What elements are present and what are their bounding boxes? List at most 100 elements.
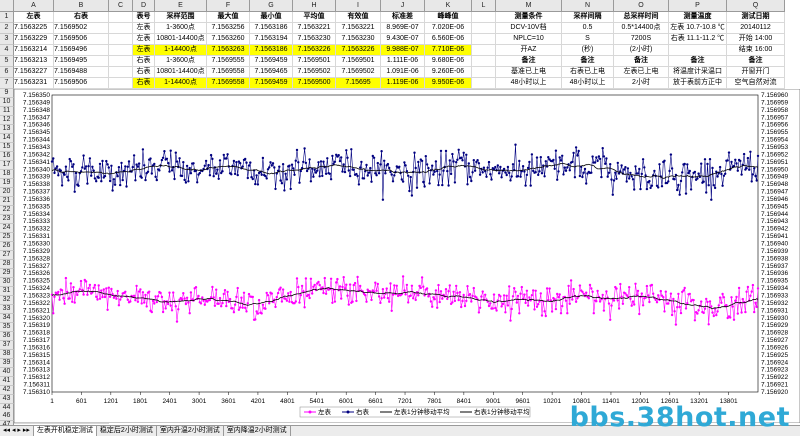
cell-k4[interactable]: 7.710E-06 bbox=[425, 45, 472, 56]
cell-e5[interactable]: 1-3600点 bbox=[155, 56, 207, 67]
cell-c5[interactable] bbox=[109, 56, 133, 67]
select-all-corner[interactable] bbox=[0, 0, 14, 12]
column-header-b[interactable]: B bbox=[54, 0, 109, 12]
row-header-17[interactable]: 17 bbox=[0, 161, 14, 170]
cell-n7[interactable]: 48小时以上 bbox=[562, 78, 614, 89]
cell-m5[interactable]: 备注 bbox=[496, 56, 562, 67]
cell-a5[interactable]: 7.1563213 bbox=[14, 56, 54, 67]
column-header-o[interactable]: O bbox=[614, 0, 669, 12]
row-header-6[interactable]: 6 bbox=[0, 67, 14, 78]
cell-k2[interactable]: 7.020E-06 bbox=[425, 23, 472, 34]
cell-g3[interactable]: 7.1563194 bbox=[250, 34, 293, 45]
column-header-a[interactable]: A bbox=[14, 0, 54, 12]
cell-n2[interactable]: 0.5 bbox=[562, 23, 614, 34]
cell-m4[interactable]: 开AZ bbox=[496, 45, 562, 56]
cell-f7[interactable]: 7.1569558 bbox=[207, 78, 250, 89]
cell-o2[interactable]: 0.5*14400点 bbox=[614, 23, 669, 34]
cell-j6[interactable]: 1.091E-06 bbox=[381, 67, 425, 78]
column-header-l[interactable]: L bbox=[472, 0, 496, 12]
cell-g1[interactable]: 最小值 bbox=[250, 12, 293, 23]
cell-h1[interactable]: 平均值 bbox=[293, 12, 336, 23]
cell-n5[interactable]: 备注 bbox=[562, 56, 614, 67]
cell-c1[interactable] bbox=[109, 12, 133, 23]
cell-e1[interactable]: 采样范围 bbox=[155, 12, 207, 23]
row-header-29[interactable]: 29 bbox=[0, 269, 14, 278]
column-header-k[interactable]: K bbox=[425, 0, 472, 12]
row-header-11[interactable]: 11 bbox=[0, 107, 14, 116]
cell-p7[interactable]: 放于表前方正中 bbox=[669, 78, 727, 89]
cell-c6[interactable] bbox=[109, 67, 133, 78]
cell-i2[interactable]: 7.1563221 bbox=[336, 23, 381, 34]
row-header-21[interactable]: 21 bbox=[0, 197, 14, 206]
row-header-15[interactable]: 15 bbox=[0, 143, 14, 152]
cell-f1[interactable]: 最大值 bbox=[207, 12, 250, 23]
column-header-f[interactable]: F bbox=[207, 0, 250, 12]
row-header-9[interactable]: 9 bbox=[0, 89, 14, 98]
row-header-22[interactable]: 22 bbox=[0, 206, 14, 215]
cell-b3[interactable]: 7.1569506 bbox=[54, 34, 109, 45]
cell-d4[interactable]: 左表 bbox=[133, 45, 155, 56]
cell-m3[interactable]: NPLC=10 bbox=[496, 34, 562, 45]
cell-o6[interactable]: 左表已上电 bbox=[614, 67, 669, 78]
row-header-1[interactable]: 1 bbox=[0, 12, 14, 23]
row-header-28[interactable]: 28 bbox=[0, 260, 14, 269]
row-header-39[interactable]: 39 bbox=[0, 359, 14, 368]
column-header-e[interactable]: E bbox=[155, 0, 207, 12]
cell-l7[interactable] bbox=[472, 78, 496, 89]
tab-nav-arrows[interactable]: ◂◂ ◂ ▸ ▸▸ bbox=[0, 426, 34, 436]
row-header-24[interactable]: 24 bbox=[0, 224, 14, 233]
row-header-41[interactable]: 41 bbox=[0, 377, 14, 386]
cell-d6[interactable]: 右表 bbox=[133, 67, 155, 78]
cell-q6[interactable]: 开窗开门 bbox=[727, 67, 785, 78]
cell-n3[interactable]: S bbox=[562, 34, 614, 45]
row-header-33[interactable]: 33 bbox=[0, 305, 14, 314]
cell-o7[interactable]: 2小时 bbox=[614, 78, 669, 89]
cell-b1[interactable]: 右表 bbox=[54, 12, 109, 23]
cell-o1[interactable]: 总采样时间 bbox=[614, 12, 669, 23]
column-header-q[interactable]: Q bbox=[727, 0, 785, 12]
row-header-14[interactable]: 14 bbox=[0, 134, 14, 143]
cell-i7[interactable]: 7.15695 bbox=[336, 78, 381, 89]
cell-n1[interactable]: 采样间隔 bbox=[562, 12, 614, 23]
row-header-4[interactable]: 4 bbox=[0, 45, 14, 56]
sheet-tab-3[interactable]: 室内升温2小时测试 bbox=[157, 426, 224, 436]
cell-m1[interactable]: 测量条件 bbox=[496, 12, 562, 23]
cell-j7[interactable]: 1.119E-06 bbox=[381, 78, 425, 89]
row-header-23[interactable]: 23 bbox=[0, 215, 14, 224]
column-header-h[interactable]: H bbox=[293, 0, 336, 12]
cell-c4[interactable] bbox=[109, 45, 133, 56]
column-header-m[interactable]: M bbox=[496, 0, 562, 12]
cell-h7[interactable]: 7.1569500 bbox=[293, 78, 336, 89]
cell-f5[interactable]: 7.1569555 bbox=[207, 56, 250, 67]
sheet-tab-4[interactable]: 室内降温2小时测试 bbox=[224, 426, 291, 436]
row-header-18[interactable]: 18 bbox=[0, 170, 14, 179]
sheet-tab-1[interactable]: 左表开机稳定测试 bbox=[33, 426, 97, 436]
cell-k6[interactable]: 9.260E-06 bbox=[425, 67, 472, 78]
cell-j1[interactable]: 标准差 bbox=[381, 12, 425, 23]
row-header-31[interactable]: 31 bbox=[0, 287, 14, 296]
cell-p4[interactable] bbox=[669, 45, 727, 56]
cell-k3[interactable]: 6.560E-06 bbox=[425, 34, 472, 45]
cell-b6[interactable]: 7.1569488 bbox=[54, 67, 109, 78]
cell-e6[interactable]: 10801-14400点 bbox=[155, 67, 207, 78]
row-header-5[interactable]: 5 bbox=[0, 56, 14, 67]
cell-h6[interactable]: 7.1569502 bbox=[293, 67, 336, 78]
cell-q4[interactable]: 结束 16:00 bbox=[727, 45, 785, 56]
row-header-30[interactable]: 30 bbox=[0, 278, 14, 287]
cell-h5[interactable]: 7.1569501 bbox=[293, 56, 336, 67]
cell-i6[interactable]: 7.1569502 bbox=[336, 67, 381, 78]
cell-d2[interactable]: 左表 bbox=[133, 23, 155, 34]
cell-c2[interactable] bbox=[109, 23, 133, 34]
cell-k7[interactable]: 9.950E-06 bbox=[425, 78, 472, 89]
cell-a3[interactable]: 7.1563229 bbox=[14, 34, 54, 45]
cell-l6[interactable] bbox=[472, 67, 496, 78]
cell-a1[interactable]: 左表 bbox=[14, 12, 54, 23]
row-header-16[interactable]: 16 bbox=[0, 152, 14, 161]
cell-h4[interactable]: 7.1563226 bbox=[293, 45, 336, 56]
cell-l4[interactable] bbox=[472, 45, 496, 56]
column-header-j[interactable]: J bbox=[381, 0, 425, 12]
cell-b5[interactable]: 7.1569495 bbox=[54, 56, 109, 67]
row-header-42[interactable]: 42 bbox=[0, 386, 14, 395]
row-header-12[interactable]: 12 bbox=[0, 116, 14, 125]
row-header-7[interactable]: 7 bbox=[0, 78, 14, 89]
